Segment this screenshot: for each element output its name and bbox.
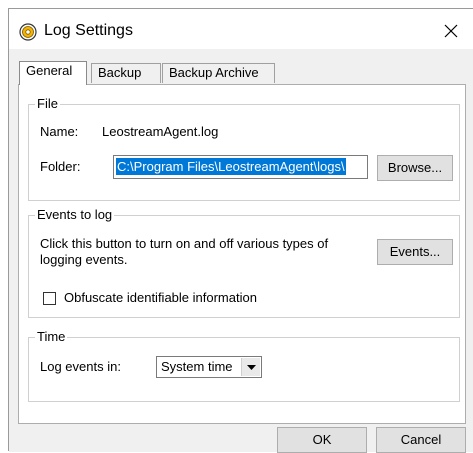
name-value: LeostreamAgent.log xyxy=(102,124,219,139)
tab-label: Backup Archive xyxy=(169,65,259,80)
ok-button[interactable]: OK xyxy=(277,427,367,453)
folder-input[interactable]: C:\Program Files\LeostreamAgent\logs\ xyxy=(113,155,368,179)
events-button[interactable]: Events... xyxy=(377,239,453,265)
obfuscate-label: Obfuscate identifiable information xyxy=(64,290,257,305)
obfuscate-checkbox[interactable] xyxy=(43,292,56,305)
folder-label: Folder: xyxy=(40,159,81,174)
tab-label: Backup xyxy=(98,65,142,80)
log-events-value: System time xyxy=(161,359,233,374)
folder-value: C:\Program Files\LeostreamAgent\logs\ xyxy=(116,158,346,175)
tab-backup-archive[interactable]: Backup Archive xyxy=(162,63,275,83)
title-bar: Log Settings xyxy=(9,9,473,49)
tab-backup[interactable]: Backup xyxy=(91,63,161,83)
name-label: Name: xyxy=(40,124,79,139)
log-events-select[interactable]: System time xyxy=(156,356,262,378)
browse-label: Browse... xyxy=(387,160,443,175)
close-icon xyxy=(444,24,458,38)
cancel-label: Cancel xyxy=(400,432,442,447)
tab-label: General xyxy=(26,63,73,78)
settings-app-icon xyxy=(19,23,37,41)
group-title: File xyxy=(35,96,60,111)
file-group: File Name: LeostreamAgent.log Folder: C:… xyxy=(28,97,460,201)
cancel-button[interactable]: Cancel xyxy=(376,427,466,453)
window-title: Log Settings xyxy=(44,22,133,39)
group-title: Events to log xyxy=(35,207,115,222)
events-group: Events to log Click this button to turn … xyxy=(28,208,460,318)
log-events-label: Log events in: xyxy=(40,359,121,374)
chevron-down-icon xyxy=(241,358,260,376)
browse-button[interactable]: Browse... xyxy=(377,155,453,181)
events-description: Click this button to turn on and off var… xyxy=(40,236,329,267)
events-button-label: Events... xyxy=(389,244,441,259)
dialog-client-area: General Backup Backup Archive File Name:… xyxy=(9,49,473,453)
general-tab-panel: File Name: LeostreamAgent.log Folder: C:… xyxy=(18,84,466,424)
dialog-button-bar: OK Cancel xyxy=(9,422,473,453)
group-title: Time xyxy=(35,329,68,344)
close-button[interactable] xyxy=(436,17,466,45)
time-group: Time Log events in: System time xyxy=(28,330,460,402)
tab-general[interactable]: General xyxy=(19,61,87,85)
log-settings-dialog: Log Settings General Backup Backup Archi… xyxy=(8,8,473,453)
ok-label: OK xyxy=(312,432,332,447)
